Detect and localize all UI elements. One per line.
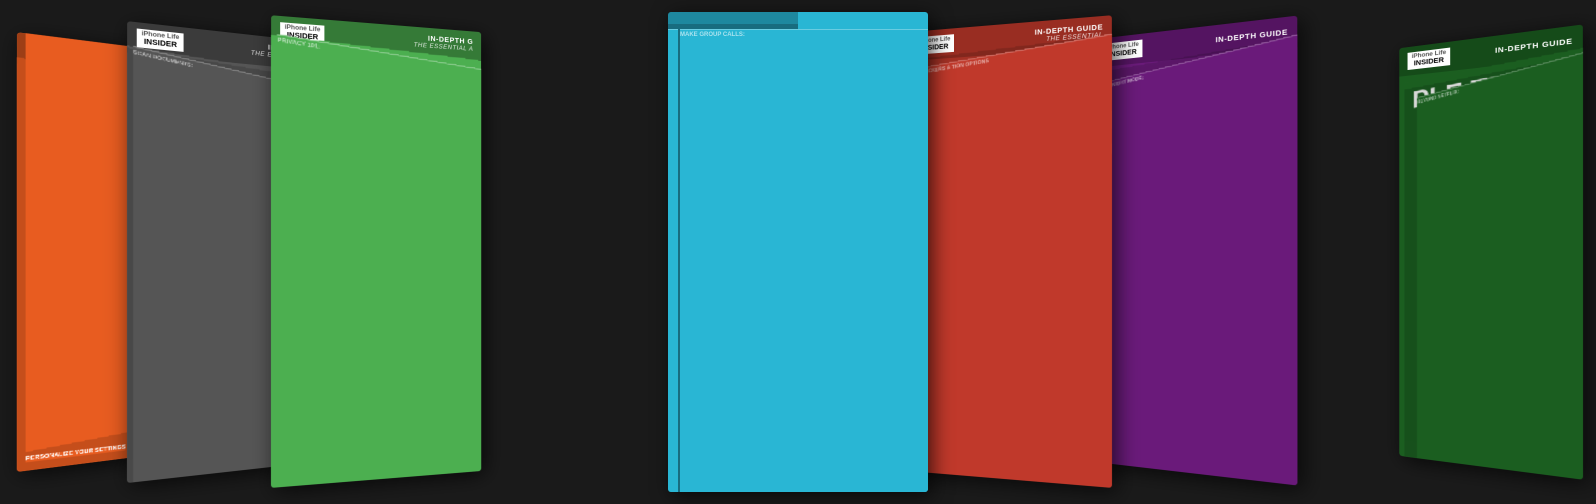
col1: PRIVACY 101: KEEP YOUR TEXTS SECURE	[279, 40, 481, 488]
book-ios13: iPhone Life INSIDER IN-DEPTH GUIDE THE E…	[908, 15, 1112, 488]
bottom-section: STICKERS & TION OPTIONS SECURITY: FINALL…	[911, 34, 1112, 487]
col1-label: FACETIME EXPLAINED:	[668, 29, 678, 492]
bottom-section: NIGHT MODE: WOW-LIGHT SHOOTING MADE EASY…	[1100, 37, 1297, 485]
book-iphone11-camera: iPhone Life INSIDER IN-DEPTH GUIDE IPHON…	[1095, 16, 1297, 486]
book-messages-app: iPhone Life INSIDER IN-DEPTH G THE ESSEN…	[271, 15, 481, 488]
col1: NIGHT MODE: WOW-LIGHT SHOOTING MADE EASY	[1107, 40, 1297, 486]
col1-label: PRIVACY 101:	[277, 34, 481, 488]
header-right: IN-DEPTH G THE ESSENTIAL A	[414, 35, 474, 53]
col1-label: NIGHT MODE:	[1112, 31, 1297, 485]
bottom-section: BEYOND NETFLIX: APPS FOR FREE MOVIES & T…	[1405, 55, 1583, 479]
book-facetime-app: iPhone Life INSIDER IN-DEPTH GUIDE THE E…	[668, 12, 928, 492]
bottom-section: FACETIME EXPLAINED: THE MANUAL YOU'VE BE…	[668, 24, 798, 492]
insider-badge: iPhone Life INSIDER	[1408, 47, 1451, 70]
book-apple-tv: iPhone Life INSIDER IN-DEPTH GUIDE PLE T…	[1399, 24, 1583, 479]
col2: MAKE GROUP CALLS: CHAT WITH THE WHOLE FA…	[810, 29, 928, 492]
col1: BEYOND NETFLIX: APPS FOR FREE MOVIES & T…	[1412, 58, 1583, 480]
books-container: iPhone Life INSIDER IN-DEPTH iPHONE BASI…	[0, 0, 1596, 504]
bottom-section: PRIVACY 101: KEEP YOUR TEXTS SECURE APP …	[271, 34, 478, 487]
col1: STICKERS & TION OPTIONS	[918, 38, 1112, 488]
col1-label: STICKERS & TION OPTIONS	[921, 32, 1112, 488]
col2-label: MAKE GROUP CALLS:	[680, 29, 928, 492]
col1-label: BEYOND NETFLIX:	[1417, 49, 1583, 479]
